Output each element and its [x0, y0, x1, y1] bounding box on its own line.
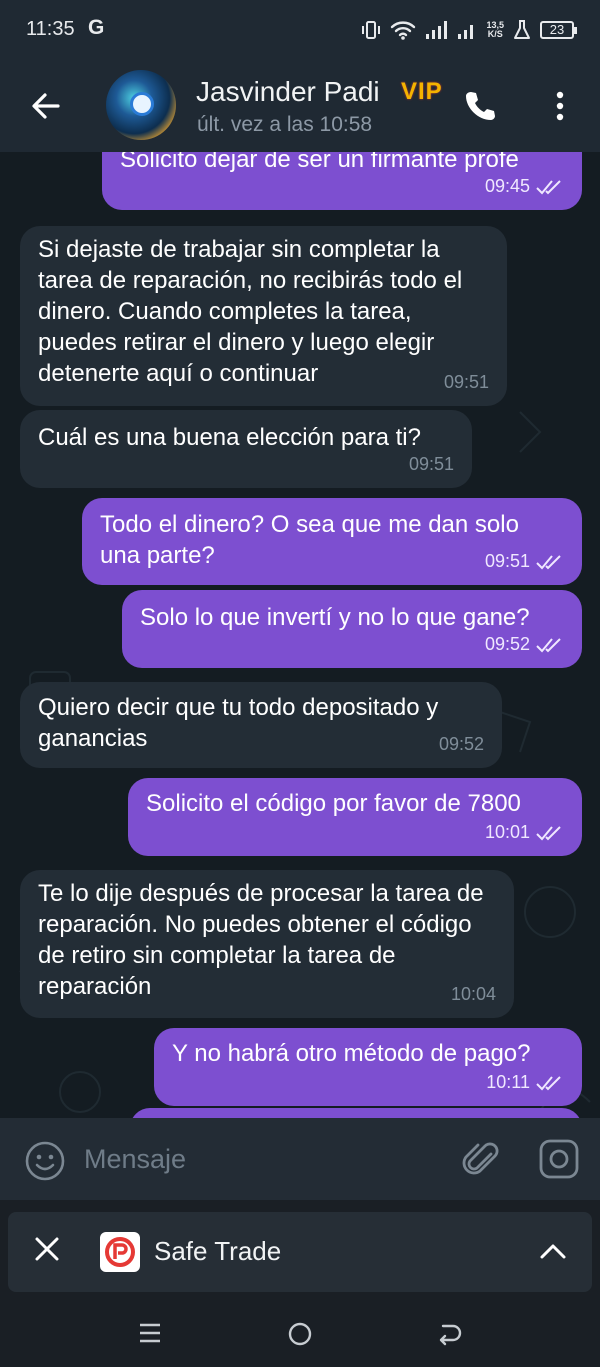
camera-icon[interactable]	[538, 1138, 580, 1180]
message-meta: 09:52	[439, 729, 484, 760]
message-text: Quiero decir que tu todo depositado y ga…	[38, 694, 439, 752]
message-meta: 09:51	[409, 449, 454, 480]
mini-app-name: Safe Trade	[154, 1236, 282, 1266]
google-icon: G	[88, 16, 105, 39]
message-bubble[interactable]: Solo lo que invertí y no lo que gane? 09…	[122, 590, 582, 668]
signal-icon	[426, 21, 448, 39]
message-meta: 09:51	[444, 367, 489, 398]
double-check-icon	[536, 825, 561, 840]
avatar-logo	[130, 92, 154, 116]
message-bubble[interactable]: Te lo dije después de procesar la tarea …	[20, 870, 514, 1018]
double-check-icon	[536, 637, 561, 652]
message-time: 09:51	[443, 372, 489, 392]
recent-apps-icon[interactable]	[138, 1322, 162, 1344]
message-meta: 09:51	[485, 546, 564, 577]
message-bubble-partial[interactable]	[130, 1108, 582, 1118]
message-bubble[interactable]: Todo el dinero? O sea que me dan solo un…	[82, 498, 582, 585]
message-time: 09:51	[484, 551, 530, 571]
last-seen-status: últ. vez a las 10:58	[197, 113, 373, 136]
close-icon[interactable]	[32, 1234, 62, 1264]
message-time: 09:51	[408, 454, 454, 474]
safe-trade-logo-icon	[100, 1232, 140, 1272]
nav-back-icon[interactable]	[437, 1322, 463, 1346]
message-meta: 10:04	[451, 979, 496, 1010]
paperclip-icon[interactable]	[460, 1138, 502, 1182]
message-time: 10:04	[450, 984, 496, 1004]
message-bubble[interactable]: Si dejaste de trabajar sin completar la …	[20, 226, 507, 406]
avatar[interactable]	[106, 70, 176, 140]
message-bubble[interactable]: Solicito dejar de ser un firmante profe …	[102, 152, 582, 210]
message-text: Solicito el código por favor de 7800	[146, 790, 521, 817]
message-meta: 10:01	[485, 817, 564, 848]
phone-icon[interactable]	[462, 88, 498, 124]
app-panel: Safe Trade	[0, 1200, 600, 1300]
chat-header: Jasvinder Padi VIP últ. vez a las 10:58	[0, 60, 600, 152]
battery-icon: 23	[540, 21, 577, 39]
double-check-icon	[536, 179, 561, 194]
message-text: Y no habrá otro método de pago?	[172, 1040, 531, 1067]
more-vertical-icon[interactable]	[546, 88, 574, 124]
message-bubble[interactable]: Y no habrá otro método de pago? 10:11	[154, 1028, 582, 1106]
message-bubble[interactable]: Quiero decir que tu todo depositado y ga…	[20, 682, 502, 768]
message-text: Te lo dije después de procesar la tarea …	[38, 880, 484, 1000]
wifi-icon	[391, 21, 416, 40]
network-speed: 13,5 K/S	[486, 21, 504, 39]
smiley-icon[interactable]	[24, 1140, 66, 1182]
home-icon[interactable]	[287, 1321, 313, 1347]
message-input[interactable]: Mensaje	[84, 1144, 186, 1175]
message-time: 10:11	[486, 1072, 530, 1092]
message-text: Si dejaste de trabajar sin completar la …	[38, 236, 463, 387]
signal-icon-2	[458, 25, 474, 39]
status-icons: 13,5 K/S 23	[360, 17, 577, 43]
network-speed-unit: K/S	[487, 29, 503, 39]
message-meta: 10:11	[486, 1067, 564, 1098]
message-list[interactable]: Solicito dejar de ser un firmante profe …	[0, 152, 600, 1118]
message-time: 09:52	[484, 634, 530, 654]
contact-name[interactable]: Jasvinder Padi	[196, 76, 396, 108]
message-input-bar: Mensaje	[0, 1118, 600, 1200]
chevron-up-icon[interactable]	[538, 1240, 568, 1262]
system-navigation-bar	[0, 1300, 600, 1367]
double-check-icon	[536, 554, 561, 569]
message-time: 09:45	[484, 176, 530, 196]
message-meta: 09:52	[485, 629, 564, 660]
message-text: Cuál es una buena elección para ti?	[38, 424, 421, 451]
flask-icon	[514, 20, 530, 39]
message-bubble[interactable]: Solicito el código por favor de 7800 10:…	[128, 778, 582, 856]
vip-badge: VIP	[401, 78, 443, 105]
safe-trade-logo-mark	[105, 1237, 135, 1267]
message-time: 09:52	[438, 734, 484, 754]
double-check-icon	[536, 1075, 561, 1090]
mini-app-card[interactable]: Safe Trade	[8, 1212, 592, 1292]
message-bubble[interactable]: Cuál es una buena elección para ti? 09:5…	[20, 410, 472, 488]
message-time: 10:01	[484, 822, 530, 842]
status-time: 11:35	[26, 18, 75, 40]
status-bar: 11:35 G 13,5 K/S 23	[0, 0, 600, 60]
message-meta: 09:45	[485, 171, 564, 202]
vibrate-icon	[362, 21, 381, 39]
back-arrow-icon[interactable]	[26, 86, 66, 126]
